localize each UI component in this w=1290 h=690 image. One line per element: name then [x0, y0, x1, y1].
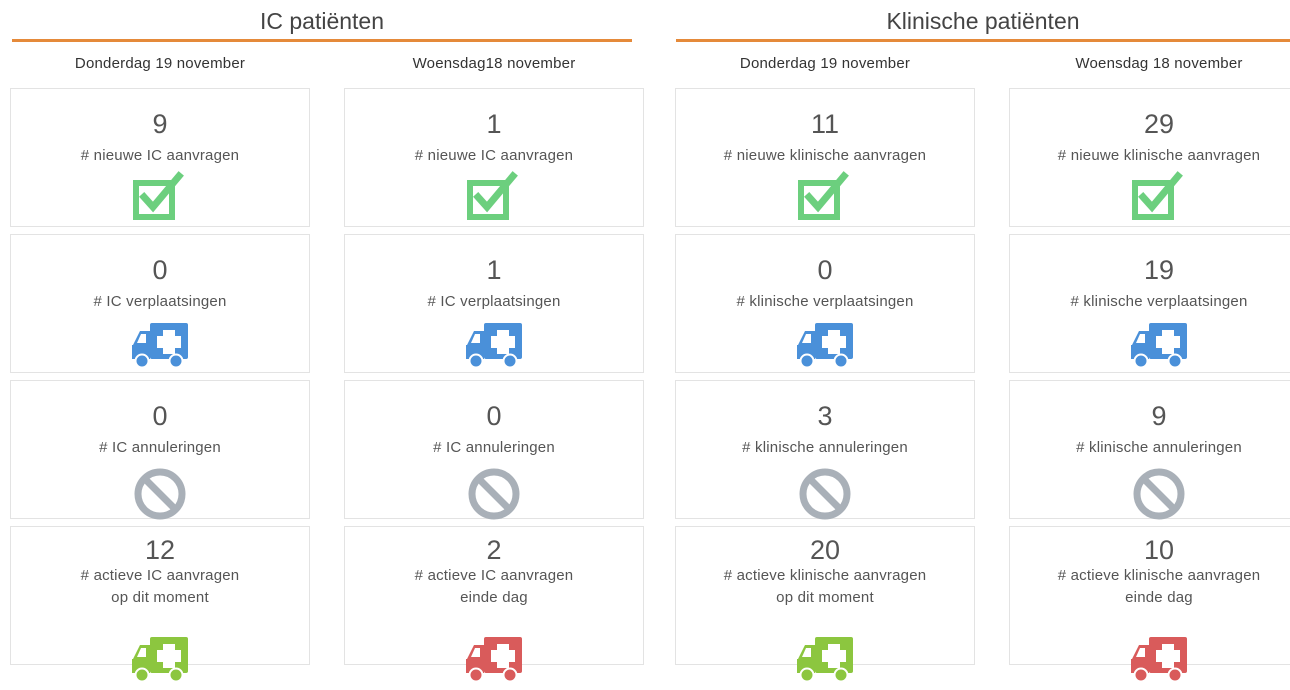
kpi-label-line: # nieuwe IC aanvragen [80, 147, 240, 164]
kpi-label-line: # actieve klinische aanvragen [723, 567, 927, 584]
kpi-card: 19 # klinische verplaatsingen [1009, 234, 1290, 373]
kpi-card: 29 # nieuwe klinische aanvragen [1009, 88, 1290, 227]
ambulance-icon [464, 317, 524, 371]
kpi-card: 20 # actieve klinische aanvragen op dit mo… [675, 526, 975, 683]
kpi-value: 29 [1143, 109, 1175, 139]
kpi-label-line: # nieuwe klinische aanvragen [723, 147, 927, 164]
kpi-label-line: # klinische verplaatsingen [1070, 293, 1248, 310]
kpi-value: 2 [486, 535, 502, 565]
kpi-value: 10 [1143, 535, 1175, 565]
kpi-label-line: # actieve IC aanvragen [414, 567, 574, 584]
kpi-card: 0 # IC annuleringen [10, 380, 310, 521]
kpi-label: # IC verplaatsingen [11, 291, 309, 313]
kpi-card: 0 # IC verplaatsingen [10, 234, 310, 373]
kpi-label-line: # klinische annuleringen [742, 439, 908, 456]
kpi-card: 11 # nieuwe klinische aanvragen [675, 88, 975, 227]
column-date: Donderdag 19 november [739, 55, 911, 72]
kpi-value: 9 [152, 109, 168, 139]
kpi-label-line: # nieuwe klinische aanvragen [1057, 147, 1261, 164]
ban-icon [798, 467, 852, 521]
kpi-label: # nieuwe IC aanvragen [11, 145, 309, 167]
kpi-label-line: einde dag [460, 589, 528, 606]
check-icon [133, 171, 187, 221]
kpi-value: 1 [486, 109, 502, 139]
ambulance-icon [795, 631, 855, 685]
section-title-ic: IC patiënten [259, 8, 385, 34]
check-icon [467, 171, 521, 221]
kpi-value: 19 [1143, 255, 1175, 285]
ambulance-icon [795, 317, 855, 371]
ambulance-icon [1129, 631, 1189, 685]
column-date: Donderdag 19 november [74, 55, 246, 72]
kpi-card: 10 # actieve klinische aanvragen einde dag [1009, 526, 1290, 683]
ambulance-icon [130, 317, 190, 371]
kpi-label: # actieve IC aanvragen op dit moment [11, 565, 309, 609]
kpi-label-line: # nieuwe IC aanvragen [414, 147, 574, 164]
kpi-value: 20 [809, 535, 841, 565]
ambulance-icon [1129, 317, 1189, 371]
kpi-label-line: # klinische annuleringen [1076, 439, 1242, 456]
kpi-card: 12 # actieve IC aanvragen op dit moment [10, 526, 310, 683]
kpi-label: # nieuwe klinische aanvragen [1010, 145, 1290, 167]
kpi-label-line: einde dag [1125, 589, 1193, 606]
kpi-label: # actieve IC aanvragen einde dag [345, 565, 643, 609]
kpi-card: 9 # nieuwe IC aanvragen [10, 88, 310, 227]
kpi-value: 11 [810, 109, 840, 139]
section-divider-klinisch [676, 39, 1290, 42]
kpi-label: # IC verplaatsingen [345, 291, 643, 313]
kpi-value: 0 [152, 401, 168, 431]
section-title-klinisch: Klinische patiënten [886, 8, 1080, 34]
ambulance-icon [130, 631, 190, 685]
kpi-card: 1 # IC verplaatsingen [344, 234, 644, 373]
ban-icon [133, 467, 187, 521]
column-date: Woensdag 18 november [1075, 55, 1243, 72]
kpi-label-line: # IC verplaatsingen [93, 293, 227, 310]
kpi-card: 1 # nieuwe IC aanvragen [344, 88, 644, 227]
column-date: Woensdag18 november [412, 55, 576, 72]
kpi-label: # nieuwe IC aanvragen [345, 145, 643, 167]
kpi-value: 9 [1151, 401, 1167, 431]
section-divider-ic [12, 39, 632, 42]
check-icon [798, 171, 852, 221]
kpi-label: # IC annuleringen [11, 437, 309, 459]
kpi-label: # klinische annuleringen [1010, 437, 1290, 459]
kpi-label: # klinische verplaatsingen [1010, 291, 1290, 313]
kpi-label: # nieuwe klinische aanvragen [676, 145, 974, 167]
kpi-label-line: # IC annuleringen [433, 439, 555, 456]
kpi-value: 12 [144, 535, 176, 565]
kpi-value: 3 [817, 401, 833, 431]
kpi-label-line: # actieve IC aanvragen [80, 567, 240, 584]
kpi-card: 2 # actieve IC aanvragen einde dag [344, 526, 644, 683]
kpi-card: 0 # IC annuleringen [344, 380, 644, 521]
kpi-label-line: op dit moment [111, 589, 209, 606]
kpi-label-line: op dit moment [776, 589, 874, 606]
kpi-card: 9 # klinische annuleringen [1009, 380, 1290, 521]
kpi-label: # actieve klinische aanvragen einde dag [1010, 565, 1290, 609]
kpi-label: # actieve klinische aanvragen op dit mome… [676, 565, 974, 609]
kpi-card: 3 # klinische annuleringen [675, 380, 975, 521]
kpi-label: # klinische annuleringen [676, 437, 974, 459]
kpi-value: 0 [152, 255, 168, 285]
ban-icon [467, 467, 521, 521]
ambulance-icon [464, 631, 524, 685]
ban-icon [1132, 467, 1186, 521]
kpi-label: # klinische verplaatsingen [676, 291, 974, 313]
kpi-value: 0 [486, 401, 502, 431]
kpi-value: 1 [486, 255, 502, 285]
kpi-label-line: # klinische verplaatsingen [736, 293, 914, 310]
kpi-label-line: # IC annuleringen [99, 439, 221, 456]
check-icon [1132, 171, 1186, 221]
kpi-label-line: # IC verplaatsingen [427, 293, 561, 310]
kpi-label-line: # actieve klinische aanvragen [1057, 567, 1261, 584]
kpi-label: # IC annuleringen [345, 437, 643, 459]
kpi-card: 0 # klinische verplaatsingen [675, 234, 975, 373]
kpi-value: 0 [817, 255, 833, 285]
